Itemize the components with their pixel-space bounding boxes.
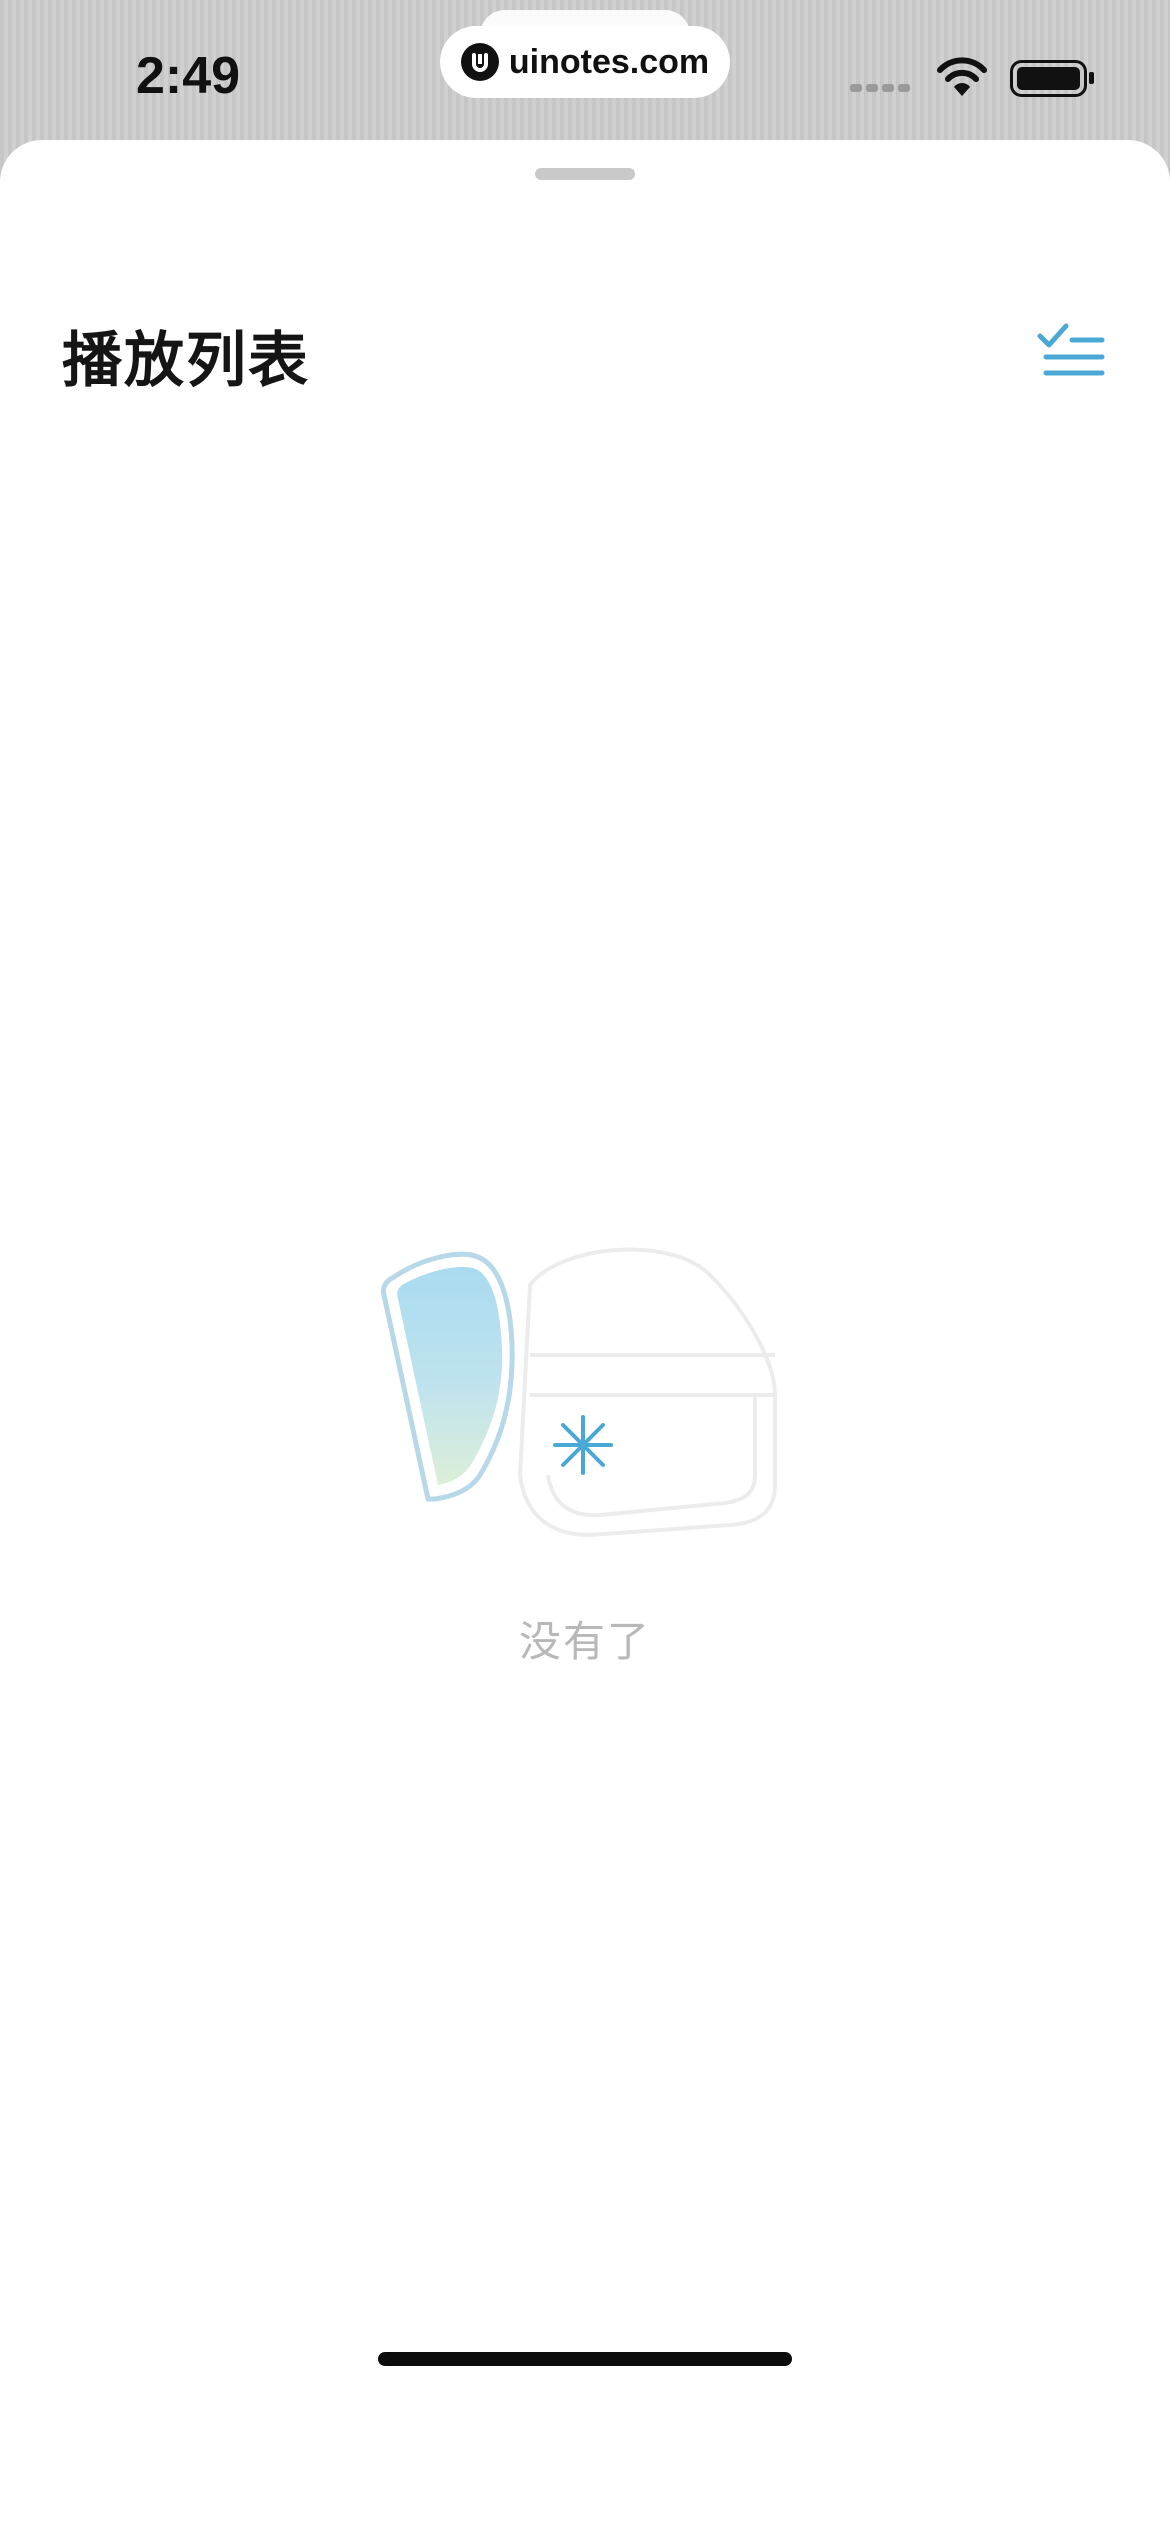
sparkle-icon (553, 1415, 613, 1475)
playlist-sheet: 播放列表 没有了 (0, 140, 1170, 2532)
empty-state-text: 没有了 (518, 1617, 651, 1666)
checklist-icon (1037, 323, 1105, 376)
checklist-button[interactable] (1036, 316, 1108, 388)
status-time: 2:49 (136, 47, 241, 105)
uinotes-logo-icon (460, 43, 499, 81)
url-pill[interactable]: uinotes.com (440, 26, 730, 98)
battery-icon (1010, 60, 1094, 97)
page-title: 播放列表 (62, 326, 310, 396)
sheet-grabber[interactable] (535, 168, 635, 180)
status-icons (850, 54, 1095, 102)
home-indicator[interactable] (378, 2352, 792, 2366)
wifi-icon (937, 57, 987, 96)
helmet-empty-illustration (381, 1247, 777, 1538)
signal-icon (850, 84, 910, 92)
url-text: uinotes.com (508, 42, 710, 81)
empty-state-illustration (380, 1235, 790, 1545)
status-bar: 2:49 uinotes.com (0, 0, 1170, 140)
